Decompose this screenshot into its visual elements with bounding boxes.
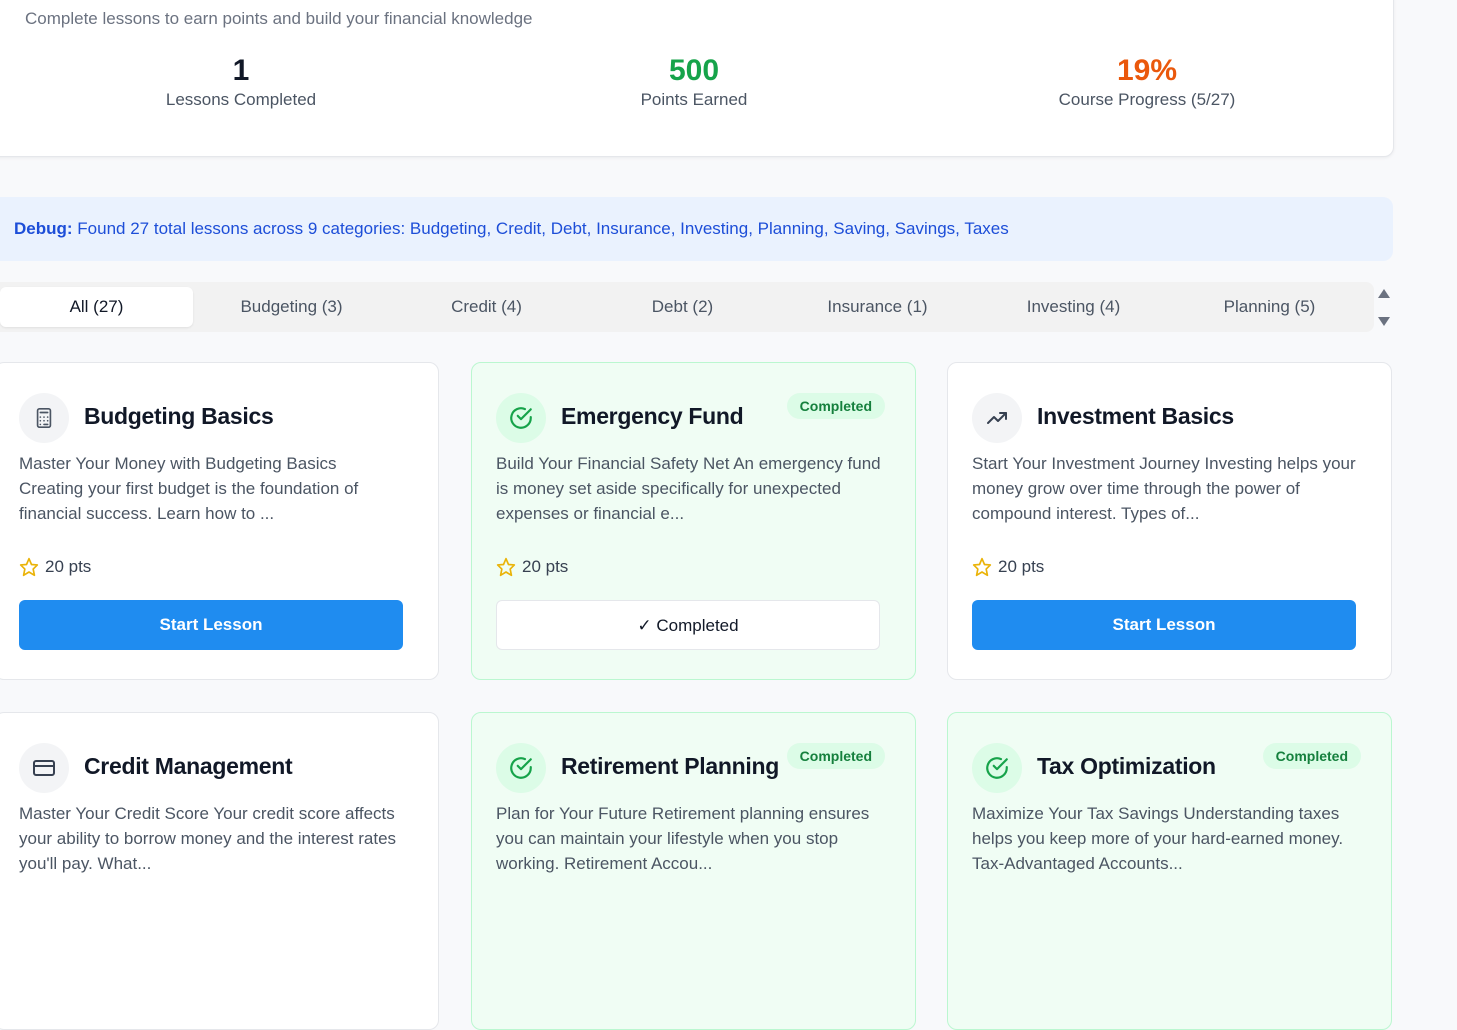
points-label: 20 pts: [45, 557, 92, 576]
lesson-card-investment-basics: Investment Basics Start Your Investment …: [947, 362, 1392, 680]
stat-label: Lessons Completed: [165, 90, 317, 109]
lesson-title: Credit Management: [84, 753, 293, 779]
lesson-card-tax-optimization: Tax Optimization Completed Maximize Your…: [947, 712, 1392, 1030]
lesson-card-retirement-planning: Retirement Planning Completed Plan for Y…: [471, 712, 916, 1030]
lesson-title: Budgeting Basics: [84, 403, 274, 429]
tab-planning[interactable]: Planning (5): [1173, 287, 1366, 327]
stat-course-progress: 19% Course Progress (5/27): [997, 53, 1297, 111]
lesson-description: Master Your Money with Budgeting Basics …: [19, 454, 359, 523]
lesson-description: Start Your Investment Journey Investing …: [972, 454, 1356, 523]
tabs-scroll-control[interactable]: [1378, 287, 1392, 329]
debug-prefix: Debug:: [14, 219, 73, 238]
star-icon: [19, 557, 39, 577]
lesson-card-credit-management: Credit Management Master Your Credit Sco…: [0, 712, 439, 1030]
lesson-card-emergency-fund: Emergency Fund Completed Build Your Fina…: [471, 362, 916, 680]
debug-banner: Debug: Found 27 total lessons across 9 c…: [0, 197, 1393, 261]
stat-label: Points Earned: [640, 90, 748, 109]
tab-insurance[interactable]: Insurance (1): [781, 287, 974, 327]
completed-badge: Completed: [1262, 743, 1361, 769]
start-lesson-button[interactable]: Start Lesson: [19, 600, 403, 650]
scroll-down-icon[interactable]: [1378, 317, 1390, 326]
stat-lessons-completed: 1 Lessons Completed: [91, 53, 391, 111]
lesson-title: Investment Basics: [1037, 403, 1234, 429]
lesson-points: 20 pts: [19, 557, 91, 577]
page-subtitle: Complete lessons to earn points and buil…: [25, 9, 533, 28]
lesson-title: Tax Optimization: [1037, 753, 1216, 779]
lesson-card-budgeting-basics: Budgeting Basics Master Your Money with …: [0, 362, 439, 680]
tab-budgeting[interactable]: Budgeting (3): [195, 287, 388, 327]
check-circle-icon: [496, 393, 546, 443]
lesson-description: Build Your Financial Safety Net An emerg…: [496, 454, 881, 523]
scroll-up-icon[interactable]: [1378, 289, 1390, 298]
tab-all[interactable]: All (27): [0, 287, 193, 327]
points-label: 20 pts: [998, 557, 1045, 576]
completed-badge: Completed: [786, 393, 885, 419]
lesson-description: Maximize Your Tax Savings Understanding …: [972, 804, 1344, 873]
lesson-title: Retirement Planning: [561, 753, 779, 779]
tab-credit[interactable]: Credit (4): [390, 287, 583, 327]
stat-value: 500: [668, 54, 720, 87]
start-lesson-button[interactable]: Start Lesson: [972, 600, 1356, 650]
stat-value: 19%: [1116, 54, 1178, 87]
lesson-description: Plan for Your Future Retirement planning…: [496, 804, 870, 873]
lesson-points: 20 pts: [972, 557, 1044, 577]
tab-investing[interactable]: Investing (4): [977, 287, 1170, 327]
lesson-description: Master Your Credit Score Your credit sco…: [19, 804, 397, 873]
calculator-icon: [19, 393, 69, 443]
check-circle-icon: [972, 743, 1022, 793]
trending-up-icon: [972, 393, 1022, 443]
progress-summary-card: Complete lessons to earn points and buil…: [0, 0, 1394, 157]
star-icon: [496, 557, 516, 577]
debug-text: Found 27 total lessons across 9 categori…: [77, 219, 1009, 238]
credit-card-icon: [19, 743, 69, 793]
stat-label: Course Progress (5/27): [1058, 90, 1236, 109]
stat-value: 1: [232, 54, 250, 87]
tab-debt[interactable]: Debt (2): [586, 287, 779, 327]
completed-badge: Completed: [786, 743, 885, 769]
lesson-title: Emergency Fund: [561, 403, 744, 429]
star-icon: [972, 557, 992, 577]
points-label: 20 pts: [522, 557, 569, 576]
lesson-points: 20 pts: [496, 557, 568, 577]
completed-button[interactable]: ✓ Completed: [496, 600, 880, 650]
check-circle-icon: [496, 743, 546, 793]
category-tabs: All (27) Budgeting (3) Credit (4) Debt (…: [0, 282, 1374, 332]
stat-points-earned: 500 Points Earned: [544, 53, 844, 111]
